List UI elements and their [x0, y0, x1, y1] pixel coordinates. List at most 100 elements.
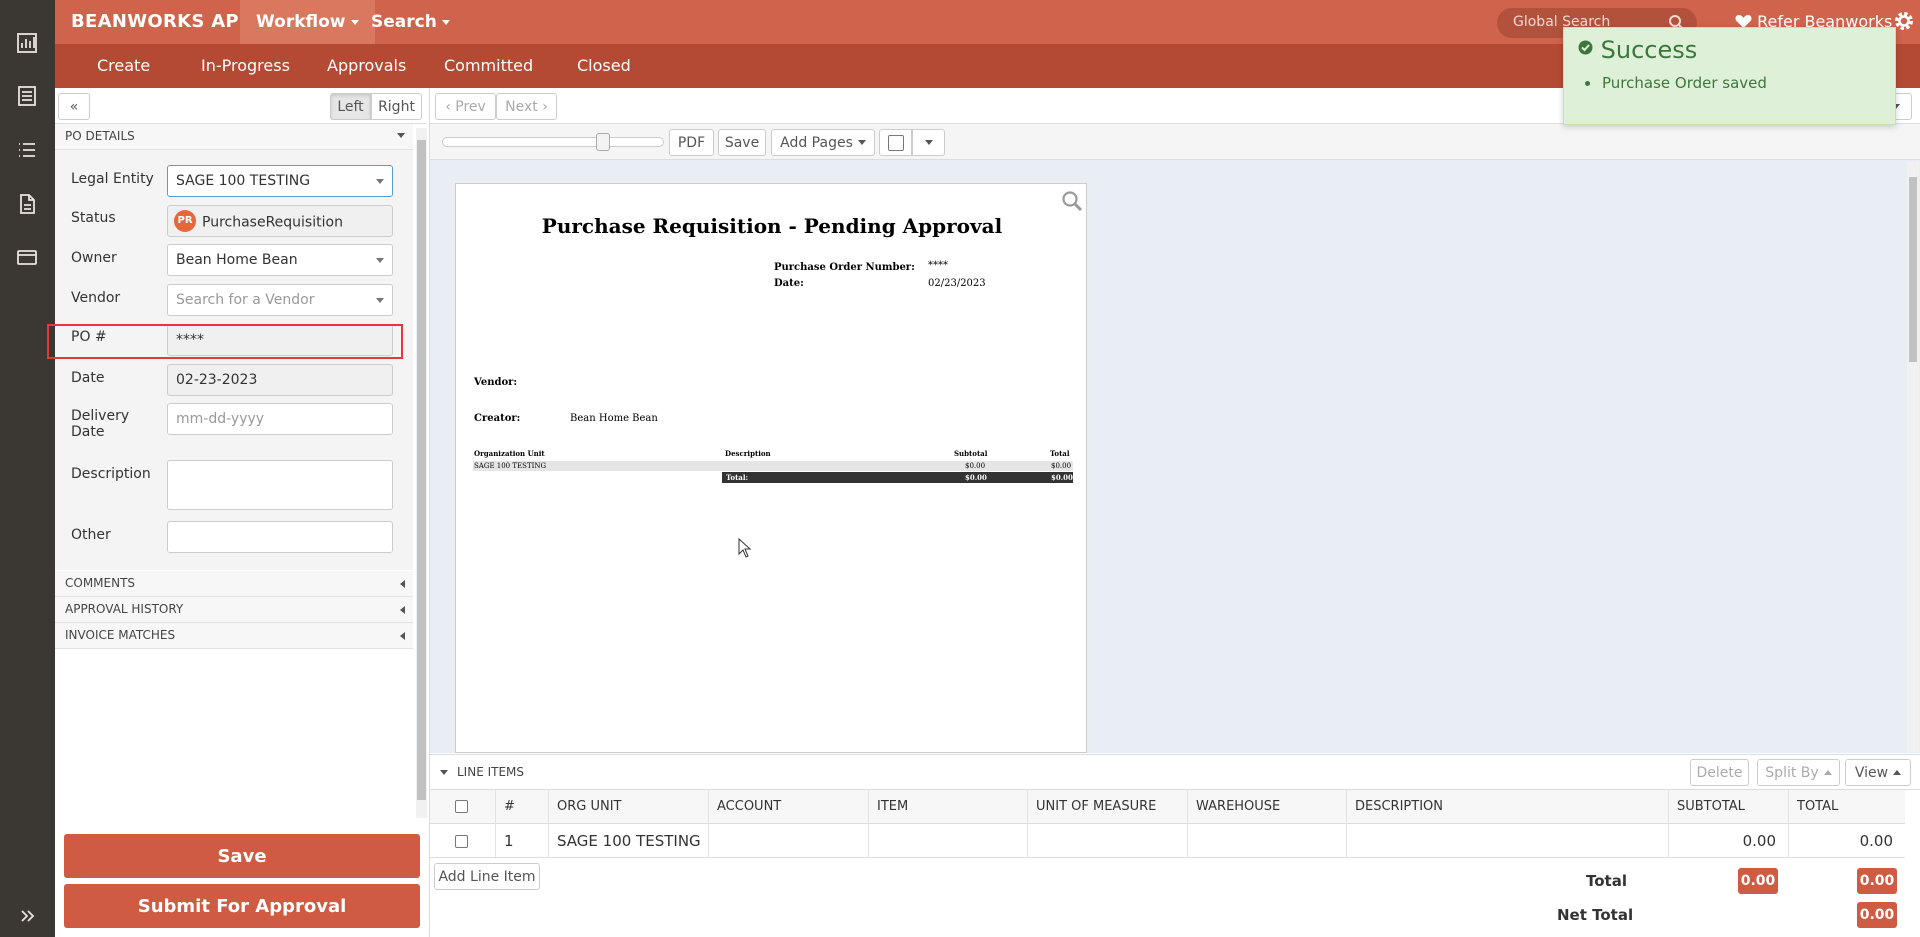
- save-button[interactable]: Save: [64, 834, 420, 878]
- doc-date-label: Date:: [774, 278, 804, 289]
- delivery-date-label-line2: Date: [71, 424, 105, 440]
- chevron-down-icon: [376, 179, 384, 184]
- subnav-closed[interactable]: Closed: [577, 56, 631, 75]
- caret-left-icon: [400, 606, 405, 614]
- col-subtotal: SUBTOTAL: [1669, 790, 1789, 824]
- col-account: ACCOUNT: [709, 790, 869, 824]
- net-total-value: 0.00: [1857, 902, 1897, 928]
- doc-total-label: Total:: [726, 473, 749, 482]
- viewer-scrollbar-thumb[interactable]: [1909, 177, 1917, 362]
- delete-button[interactable]: Delete: [1690, 759, 1749, 786]
- success-toast[interactable]: Success Purchase Order saved: [1563, 27, 1896, 125]
- delivery-date-label: Delivery Date: [71, 408, 129, 440]
- owner-select[interactable]: Bean Home Bean: [167, 244, 393, 276]
- row-item[interactable]: [869, 824, 1028, 858]
- pdf-button[interactable]: PDF: [669, 129, 714, 156]
- other-input[interactable]: [167, 521, 393, 553]
- payment-card-icon[interactable]: [14, 244, 40, 270]
- left-layout-button[interactable]: Left: [330, 93, 371, 120]
- comments-title: COMMENTS: [65, 576, 136, 590]
- subnav-in-progress[interactable]: In-Progress: [201, 56, 290, 75]
- invoice-matches-header[interactable]: INVOICE MATCHES: [55, 623, 413, 649]
- doc-po-number-value: ****: [928, 260, 948, 271]
- col-org-unit: ORG UNIT: [549, 790, 709, 824]
- add-line-item-button[interactable]: Add Line Item: [434, 863, 540, 890]
- row-checkbox[interactable]: [455, 834, 468, 848]
- net-total-label: Net Total: [1557, 906, 1634, 924]
- zoom-slider-handle[interactable]: [596, 133, 610, 151]
- legal-entity-select[interactable]: SAGE 100 TESTING: [167, 165, 393, 197]
- row-total[interactable]: 0.00: [1789, 824, 1905, 858]
- right-layout-button[interactable]: Right: [371, 93, 422, 120]
- subnav-create[interactable]: Create: [97, 56, 150, 75]
- page-options-dropdown[interactable]: [912, 129, 945, 156]
- status-badge: PR: [174, 210, 196, 232]
- subnav-approvals[interactable]: Approvals: [327, 56, 406, 75]
- doc-row-total: $0.00: [1051, 462, 1072, 470]
- chevron-down-icon: [924, 140, 933, 145]
- invoices-icon[interactable]: [14, 83, 40, 109]
- brand-logo[interactable]: BEANWORKS AP: [71, 11, 239, 32]
- doc-creator-value: Bean Home Bean: [570, 413, 658, 424]
- chevron-left-icon: ‹: [445, 98, 456, 115]
- owner-label: Owner: [71, 250, 117, 266]
- doc-row-org-unit: SAGE 100 TESTING: [474, 462, 547, 470]
- comments-header[interactable]: COMMENTS: [55, 571, 413, 597]
- row-description[interactable]: [1347, 824, 1669, 858]
- left-panel-scrollbar[interactable]: [416, 128, 427, 818]
- date-field[interactable]: 02-23-2023: [167, 364, 393, 396]
- caret-down-icon[interactable]: [440, 770, 448, 775]
- search-label: Search: [371, 12, 437, 32]
- total-subtotal-value: 0.00: [1738, 868, 1778, 894]
- zoom-icon[interactable]: [1061, 190, 1083, 212]
- row-account[interactable]: [709, 824, 869, 858]
- zoom-slider[interactable]: [442, 133, 664, 151]
- total-total-value: 0.00: [1857, 868, 1897, 894]
- row-org-unit[interactable]: SAGE 100 TESTING: [549, 824, 709, 858]
- approval-history-header[interactable]: APPROVAL HISTORY: [55, 597, 413, 623]
- check-circle-icon: [1578, 40, 1593, 55]
- row-subtotal[interactable]: 0.00: [1669, 824, 1789, 858]
- col-description: DESCRIPTION: [1347, 790, 1669, 824]
- row-warehouse[interactable]: [1188, 824, 1347, 858]
- expand-rail-icon[interactable]: [14, 903, 40, 929]
- viewer-scrollbar[interactable]: [1907, 162, 1919, 752]
- delivery-date-label-line1: Delivery: [71, 408, 130, 424]
- line-items-title[interactable]: LINE ITEMS: [457, 765, 524, 779]
- collapse-panel-button[interactable]: «: [58, 93, 90, 120]
- submit-for-approval-button[interactable]: Submit For Approval: [64, 884, 420, 928]
- caret-up-icon: [1893, 770, 1902, 775]
- invoice-matches-title: INVOICE MATCHES: [65, 628, 176, 642]
- workflow-label: Workflow: [256, 12, 346, 32]
- description-textarea[interactable]: [167, 460, 393, 510]
- delivery-date-input[interactable]: mm-dd-yyyy: [167, 403, 393, 435]
- search-menu[interactable]: Search: [355, 0, 466, 44]
- row-unit-of-measure[interactable]: [1028, 824, 1188, 858]
- owner-value: Bean Home Bean: [176, 252, 298, 268]
- scrollbar-thumb[interactable]: [417, 140, 426, 800]
- add-pages-button[interactable]: Add Pages: [771, 129, 875, 156]
- status-field: PR PurchaseRequisition: [167, 205, 393, 237]
- prev-button[interactable]: ‹ Prev: [435, 93, 496, 120]
- view-button[interactable]: View: [1845, 759, 1911, 786]
- split-by-button[interactable]: Split By: [1757, 759, 1840, 786]
- vendor-select[interactable]: Search for a Vendor: [167, 284, 393, 316]
- vendor-label: Vendor: [71, 290, 121, 306]
- select-all-checkbox-cell[interactable]: [430, 790, 496, 824]
- dashboard-icon[interactable]: [14, 30, 40, 56]
- subnav-committed[interactable]: Committed: [444, 56, 533, 75]
- caret-left-icon: [400, 632, 405, 640]
- viewer-save-button[interactable]: Save: [718, 129, 766, 156]
- row-checkbox-cell[interactable]: [430, 824, 496, 858]
- gear-icon[interactable]: [1893, 10, 1915, 32]
- po-details-header[interactable]: PO DETAILS: [55, 124, 413, 150]
- caret-down-icon: [397, 133, 405, 138]
- select-all-pages-checkbox[interactable]: [879, 129, 912, 156]
- next-label: Next: [505, 98, 538, 115]
- table-row[interactable]: 1 SAGE 100 TESTING 0.00 0.00: [430, 824, 1905, 858]
- list-icon[interactable]: [14, 137, 40, 163]
- col-total: TOTAL: [1797, 799, 1839, 814]
- next-button[interactable]: Next ›: [496, 93, 557, 120]
- select-all-checkbox[interactable]: [455, 800, 468, 813]
- document-icon[interactable]: [14, 191, 40, 217]
